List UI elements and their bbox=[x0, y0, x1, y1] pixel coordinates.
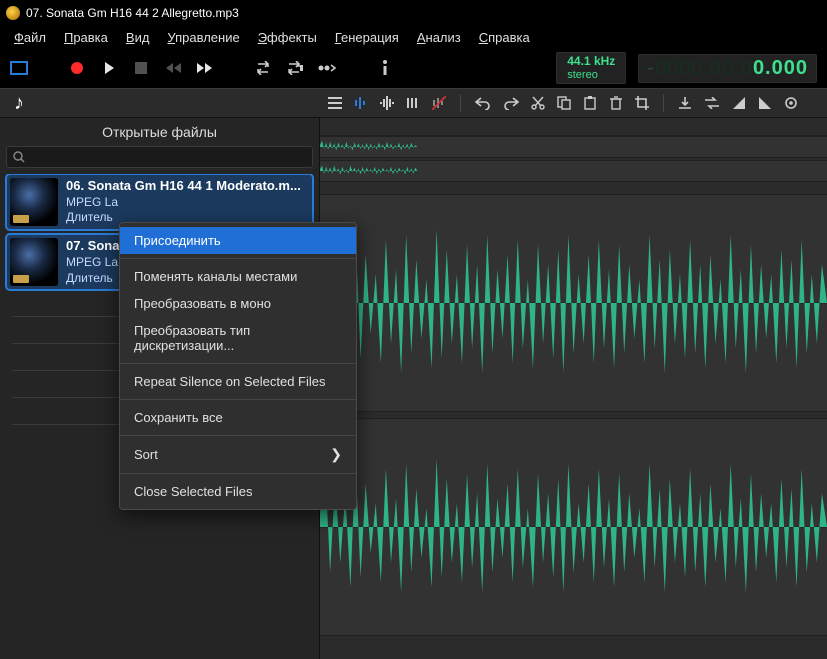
side-panel-title: Открытые файлы bbox=[0, 118, 319, 144]
menu-help[interactable]: Справка bbox=[471, 29, 538, 46]
time-ruler[interactable] bbox=[320, 118, 827, 136]
rewind-button[interactable] bbox=[164, 59, 182, 77]
crop-icon[interactable] bbox=[635, 96, 649, 110]
ctx-swap-channels[interactable]: Поменять каналы местами bbox=[120, 263, 356, 290]
ctx-resample[interactable]: Преобразовать тип дискретизации... bbox=[120, 317, 356, 359]
loop-selection-icon[interactable] bbox=[286, 59, 304, 77]
music-note-icon: ♪ bbox=[14, 92, 24, 115]
ctx-sort[interactable]: Sort❯ bbox=[120, 440, 356, 469]
reverse-icon[interactable] bbox=[704, 97, 720, 109]
view-bars-a-icon[interactable] bbox=[354, 96, 368, 110]
waveform-area[interactable] bbox=[320, 118, 827, 659]
menu-file[interactable]: Файл bbox=[6, 29, 54, 46]
delete-icon[interactable] bbox=[609, 96, 623, 110]
ctx-separator bbox=[120, 435, 356, 436]
view-bars-disabled-icon[interactable] bbox=[432, 96, 446, 110]
redo-icon[interactable] bbox=[503, 96, 519, 110]
ctx-separator bbox=[120, 399, 356, 400]
view-bars-c-icon[interactable] bbox=[406, 96, 420, 110]
menu-effects[interactable]: Эффекты bbox=[250, 29, 325, 46]
ctx-repeat-silence[interactable]: Repeat Silence on Selected Files bbox=[120, 368, 356, 395]
menu-control[interactable]: Управление bbox=[159, 29, 247, 46]
fast-forward-button[interactable] bbox=[196, 59, 214, 77]
ctx-to-mono[interactable]: Преобразовать в моно bbox=[120, 290, 356, 317]
menu-edit[interactable]: Правка bbox=[56, 29, 116, 46]
transport-bar: 44.1 kHz stereo - 0000:00:0 0.000 bbox=[0, 48, 827, 88]
overview-track-right[interactable] bbox=[320, 160, 827, 182]
settings-icon[interactable] bbox=[784, 96, 798, 110]
sample-rate-box[interactable]: 44.1 kHz stereo bbox=[556, 52, 626, 83]
bounds-icon[interactable] bbox=[10, 59, 28, 77]
main-track-right[interactable] bbox=[320, 418, 827, 636]
album-art-icon bbox=[10, 178, 58, 226]
fade-out-icon[interactable] bbox=[758, 96, 772, 110]
channels-label: stereo bbox=[567, 69, 615, 81]
main-track-left[interactable] bbox=[320, 194, 827, 412]
sample-rate-label: 44.1 kHz bbox=[567, 55, 615, 68]
context-menu: Присоединить Поменять каналы местами Пре… bbox=[119, 222, 357, 510]
menu-generate[interactable]: Генерация bbox=[327, 29, 407, 46]
ctx-separator bbox=[120, 258, 356, 259]
copy-icon[interactable] bbox=[557, 96, 571, 110]
menu-view[interactable]: Вид bbox=[118, 29, 158, 46]
record-button[interactable] bbox=[68, 59, 86, 77]
overview-track-left[interactable] bbox=[320, 136, 827, 158]
view-bars-b-icon[interactable] bbox=[380, 96, 394, 110]
stop-button[interactable] bbox=[132, 59, 150, 77]
file-name: 06. Sonata Gm H16 44 1 Moderato.m... bbox=[66, 178, 309, 195]
file-codec: MPEG La bbox=[66, 195, 309, 211]
search-input[interactable] bbox=[6, 146, 313, 168]
menu-bar: Файл Правка Вид Управление Эффекты Генер… bbox=[0, 26, 827, 48]
play-to-end-icon[interactable] bbox=[318, 59, 336, 77]
title-bar: 07. Sonata Gm H16 44 2 Allegretto.mp3 bbox=[0, 0, 827, 26]
ctx-separator bbox=[120, 363, 356, 364]
time-display[interactable]: - 0000:00:0 0.000 bbox=[638, 54, 817, 83]
chevron-right-icon: ❯ bbox=[330, 446, 342, 463]
fade-in-icon[interactable] bbox=[732, 96, 746, 110]
app-icon bbox=[6, 6, 20, 20]
undo-icon[interactable] bbox=[475, 96, 491, 110]
paste-icon[interactable] bbox=[583, 96, 597, 110]
ctx-close-selected[interactable]: Close Selected Files bbox=[120, 478, 356, 505]
channel-list-icon[interactable] bbox=[328, 96, 342, 110]
ctx-separator bbox=[120, 473, 356, 474]
album-art-icon bbox=[10, 238, 58, 286]
window-title: 07. Sonata Gm H16 44 2 Allegretto.mp3 bbox=[26, 6, 239, 20]
ctx-join[interactable]: Присоединить bbox=[120, 227, 356, 254]
import-icon[interactable] bbox=[678, 96, 692, 110]
ctx-save-all[interactable]: Сохранить все bbox=[120, 404, 356, 431]
loop-icon[interactable] bbox=[254, 59, 272, 77]
toolbar: ♪ bbox=[0, 88, 827, 118]
cut-icon[interactable] bbox=[531, 96, 545, 110]
info-icon[interactable] bbox=[376, 59, 394, 77]
search-icon bbox=[13, 151, 25, 163]
play-button[interactable] bbox=[100, 59, 118, 77]
menu-analyze[interactable]: Анализ bbox=[409, 29, 469, 46]
display-panel: 44.1 kHz stereo - 0000:00:0 0.000 bbox=[556, 48, 817, 88]
